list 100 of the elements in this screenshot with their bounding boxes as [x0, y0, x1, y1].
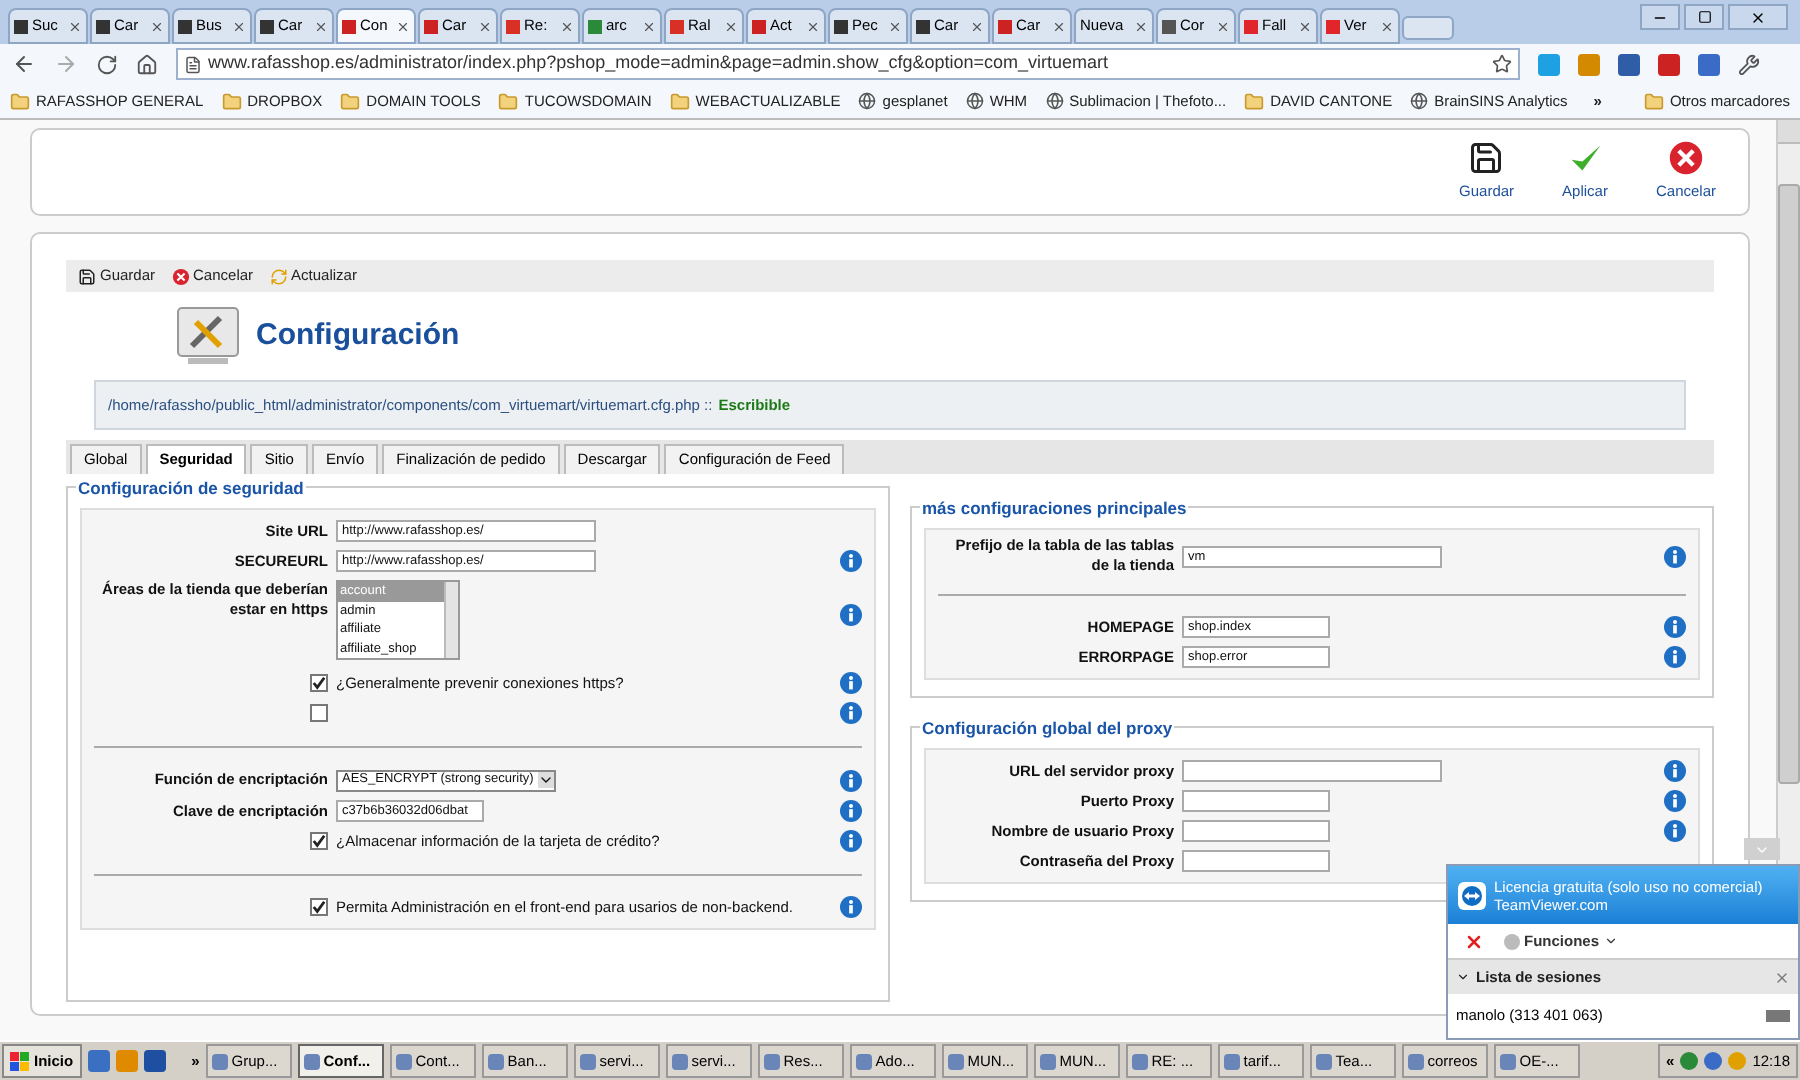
floppy-icon [78, 267, 96, 285]
home-icon[interactable] [136, 53, 158, 75]
info-icon[interactable] [840, 672, 862, 694]
checkbox[interactable] [310, 674, 328, 692]
close-icon[interactable] [396, 19, 410, 33]
address-text: www.rafasshop.es/administrator/index.php?pshop_mode=admin&page=admin.show_cfg&option=com_virtuemart [208, 50, 1111, 77]
close-icon[interactable] [1298, 19, 1312, 33]
page-icon [184, 55, 202, 73]
tools-icon [176, 306, 240, 366]
app-icon [303, 1053, 320, 1069]
info-icon[interactable] [1664, 646, 1686, 668]
extension-icon[interactable] [1578, 53, 1600, 75]
info-icon[interactable] [840, 604, 862, 626]
cancel-icon [171, 267, 190, 285]
extension-icon[interactable] [1618, 53, 1640, 75]
app-icon [1315, 1053, 1332, 1069]
info-icon[interactable] [840, 830, 862, 852]
close-icon[interactable] [642, 19, 656, 33]
close-icon[interactable] [478, 19, 492, 33]
page-title: Configuración [256, 315, 460, 356]
close-icon[interactable] [232, 19, 246, 33]
close-icon[interactable] [150, 19, 164, 33]
close-icon[interactable] [888, 19, 902, 33]
app-icon [1131, 1053, 1148, 1069]
info-icon[interactable] [840, 550, 862, 572]
maximize-icon [1697, 10, 1711, 24]
info-icon[interactable] [1664, 790, 1686, 812]
app-icon [763, 1053, 780, 1069]
site-icon [1045, 92, 1064, 110]
checkbox[interactable] [310, 704, 328, 722]
folder-icon [1643, 91, 1664, 111]
text-field[interactable] [1182, 760, 1442, 782]
handle-button[interactable] [1744, 838, 1780, 860]
folder-icon [498, 91, 519, 111]
app-icon [855, 1053, 872, 1069]
close-button[interactable] [1728, 4, 1788, 30]
close-icon [1750, 9, 1766, 25]
folder-icon [340, 91, 361, 111]
windows-logo-icon [10, 1051, 30, 1071]
folder-icon [669, 91, 690, 111]
close-icon[interactable] [1134, 19, 1148, 33]
fieldset-legend: más configuraciones principales [920, 496, 1189, 522]
info-icon[interactable] [840, 702, 862, 724]
info-icon[interactable] [1664, 820, 1686, 842]
extension-icon[interactable] [1698, 53, 1720, 75]
wrench-icon[interactable] [1738, 53, 1760, 75]
app-icon [1499, 1053, 1516, 1069]
text-field[interactable] [1182, 820, 1330, 842]
folder-icon [221, 91, 242, 111]
back-icon[interactable] [12, 52, 36, 76]
checkbox[interactable] [310, 898, 328, 916]
info-icon[interactable] [840, 800, 862, 822]
info-icon[interactable] [1664, 760, 1686, 782]
fieldset-legend: Configuración de seguridad [76, 476, 306, 502]
folder-icon [1244, 91, 1265, 111]
info-icon[interactable] [1664, 545, 1686, 567]
close-icon[interactable] [1774, 969, 1790, 985]
app-icon [1039, 1053, 1056, 1069]
app-icon [1407, 1053, 1424, 1069]
cancel-icon [1667, 140, 1704, 177]
dropdown-icon [537, 772, 554, 788]
maximize-button[interactable] [1684, 4, 1724, 30]
close-icon[interactable] [724, 19, 738, 33]
extension-icon[interactable] [1658, 53, 1680, 75]
caret-icon [1603, 934, 1618, 948]
quick-launch-icon[interactable] [87, 1050, 110, 1072]
checkbox[interactable] [310, 832, 328, 850]
close-icon[interactable] [1380, 19, 1394, 33]
extension-icon[interactable] [1538, 53, 1560, 75]
text-field[interactable] [1182, 790, 1330, 812]
info-icon[interactable] [840, 769, 862, 791]
star-icon[interactable] [1492, 54, 1512, 74]
collapse-icon[interactable] [1456, 970, 1470, 984]
fieldset-legend: Configuración global del proxy [920, 716, 1175, 742]
app-icon [211, 1053, 228, 1069]
info-icon[interactable] [840, 896, 862, 918]
close-icon[interactable] [970, 19, 984, 33]
floppy-icon [1468, 140, 1505, 177]
close-icon[interactable] [314, 19, 328, 33]
quick-launch-icon[interactable] [143, 1050, 166, 1072]
app-icon [579, 1053, 596, 1069]
app-icon [947, 1053, 964, 1069]
app-icon [671, 1053, 688, 1069]
close-icon[interactable] [560, 19, 574, 33]
site-icon [1410, 92, 1429, 110]
text-field[interactable] [1182, 850, 1330, 872]
close-icon[interactable] [1052, 19, 1066, 33]
app-icon [487, 1053, 504, 1069]
close-icon[interactable] [1464, 931, 1484, 951]
close-icon[interactable] [806, 19, 820, 33]
info-icon[interactable] [1664, 616, 1686, 638]
site-icon [858, 92, 877, 110]
close-icon[interactable] [1216, 19, 1230, 33]
scrollbar[interactable] [444, 582, 458, 658]
teamviewer-logo-icon [1458, 881, 1486, 909]
reload-icon[interactable] [96, 53, 118, 75]
site-icon [965, 92, 984, 110]
app-icon [1223, 1053, 1240, 1069]
address-field[interactable]: www.rafasshop.es/administrator/index.php?pshop_mode=admin&page=admin.show_cfg&option=com_virtuemart [176, 48, 1520, 80]
close-icon[interactable] [68, 19, 82, 33]
